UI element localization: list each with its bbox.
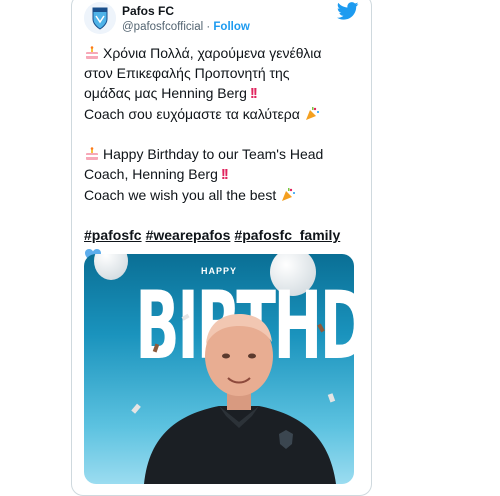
english-line-1: Happy Birthday to our Team's Head: [84, 144, 364, 164]
greek-line-4: Coach σου ευχόμαστε τα καλύτερα: [84, 104, 364, 124]
greek-text-1: Χρόνια Πολλά, χαρούμενα γενέθλια: [103, 45, 322, 61]
pafos-crest-icon: [84, 2, 116, 34]
greek-line-3: ομάδας μας Henning Berg!!: [84, 83, 364, 104]
separator: ·: [206, 21, 211, 33]
party-popper-icon: [282, 188, 296, 201]
tweet-header: Pafos FC @pafosfcofficial · Follow: [84, 2, 359, 38]
greek-text-3: ομάδας μας Henning Berg: [84, 85, 247, 101]
tweet-image[interactable]: HAPPY BIRTHDAY: [84, 254, 354, 484]
hashtags: #pafosfc #wearepafos #pafosfc_family: [84, 225, 364, 245]
handle-row: @pafosfcofficial · Follow: [122, 19, 250, 35]
greek-line-1: Χρόνια Πολλά, χαρούμενα γενέθλια: [84, 43, 364, 63]
double-exclamation-icon: !!: [249, 85, 258, 102]
party-popper-icon: [305, 107, 319, 120]
english-text-2: Coach, Henning Berg: [84, 166, 218, 182]
english-text-3: Coach we wish you all the best: [84, 187, 277, 203]
follow-button[interactable]: Follow: [213, 21, 249, 33]
avatar[interactable]: [84, 2, 116, 34]
cake-icon: [86, 46, 98, 59]
hashtag-pafosfc[interactable]: #pafosfc: [84, 227, 142, 243]
user-info: Pafos FC @pafosfcofficial · Follow: [122, 4, 250, 35]
english-line-2: Coach, Henning Berg!!: [84, 164, 364, 185]
author-name[interactable]: Pafos FC: [122, 4, 250, 19]
hashtag-wearepafos[interactable]: #wearepafos: [146, 227, 231, 243]
greek-text-2: στον Επικεφαλής Προπονητή της: [84, 65, 290, 81]
english-text-1: Happy Birthday to our Team's Head: [103, 146, 324, 162]
coach-photo-icon: [131, 313, 336, 484]
greek-text-4: Coach σου ευχόμαστε τα καλύτερα: [84, 106, 300, 122]
author-handle[interactable]: @pafosfcofficial: [122, 21, 203, 33]
twitter-bird-icon[interactable]: [337, 2, 359, 20]
hashtag-pafosfc-family[interactable]: #pafosfc_family: [234, 227, 340, 243]
tweet-text: Χρόνια Πολλά, χαρούμενα γενέθλια στον Επ…: [84, 43, 364, 264]
cake-icon: [86, 147, 98, 160]
double-exclamation-icon: !!: [220, 166, 229, 183]
english-line-3: Coach we wish you all the best: [84, 185, 364, 205]
